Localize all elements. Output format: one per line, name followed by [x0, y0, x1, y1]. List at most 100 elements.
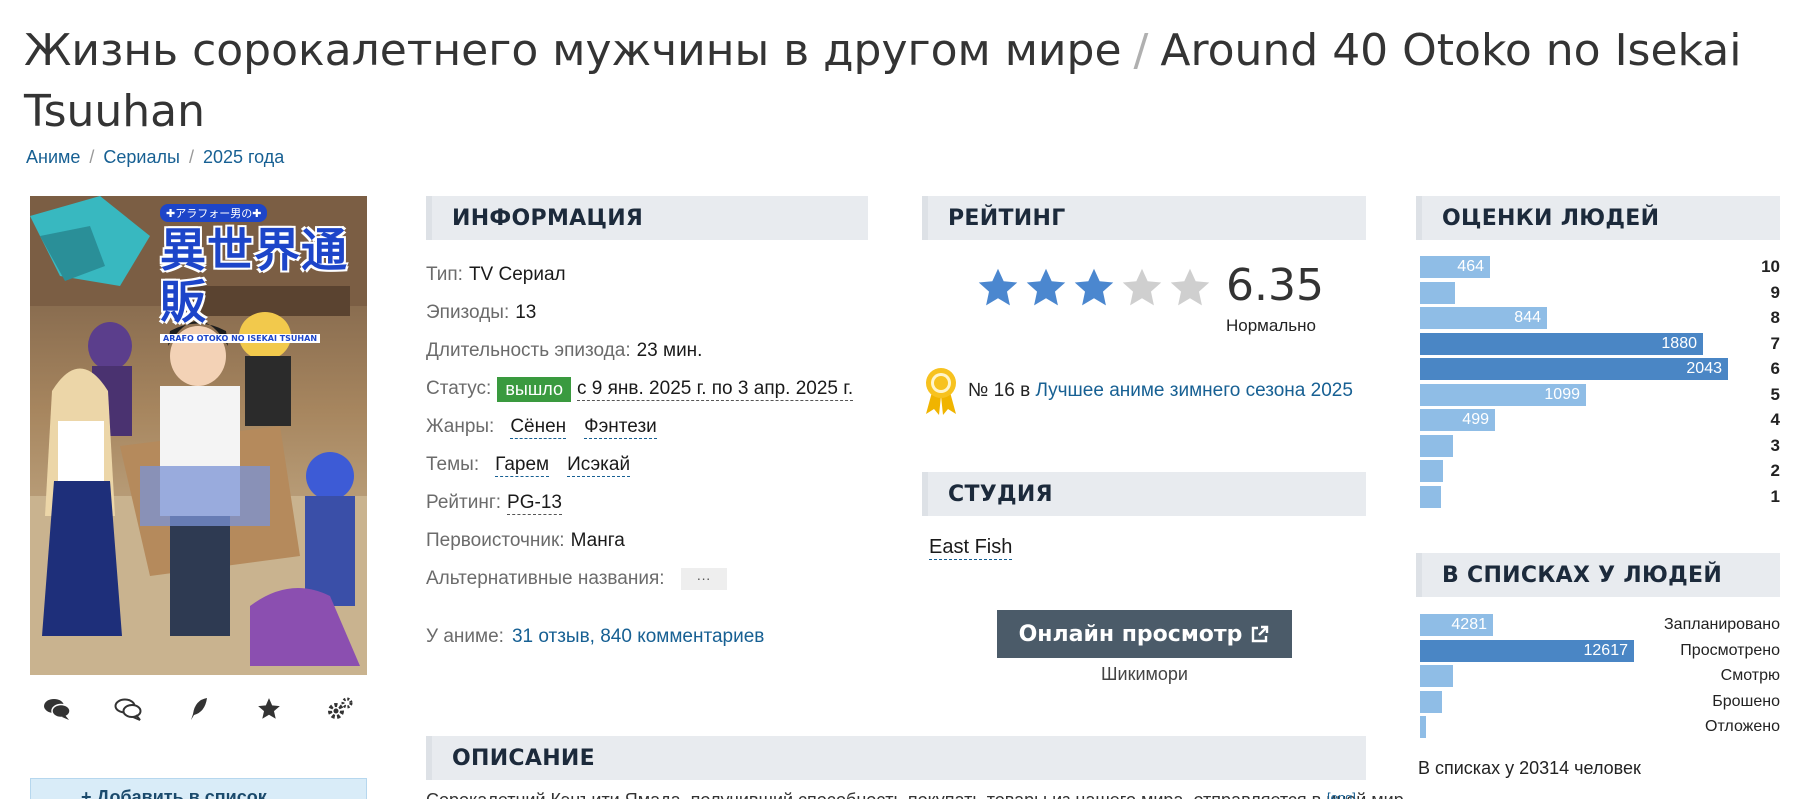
score-label: 7: [1770, 333, 1780, 353]
star-filled-icon: [978, 268, 1018, 306]
award-link[interactable]: Лучшее аниме зимнего сезона 2025: [1035, 380, 1352, 401]
rating-section-header: РЕЙТИНГ: [922, 196, 1366, 240]
list-label: Отложено: [1705, 718, 1780, 735]
info-genres: Жанры: Сёнен Фэнтези: [426, 415, 657, 439]
age-rating[interactable]: PG-13: [507, 492, 562, 515]
studio-section-header: СТУДИЯ: [922, 472, 1366, 516]
score-bar: 1880: [1420, 332, 1703, 355]
list-label: Запланировано: [1664, 616, 1780, 633]
lists-section-header: В СПИСКАХ У ЛЮДЕЙ: [1416, 553, 1780, 597]
scores-distribution: 464 10 9 844 8 1880 7 2043 6 1099 5 499 4 3 2 1: [1420, 254, 1780, 509]
list-bar: 4281: [1420, 614, 1493, 636]
scores-section-header: ОЦЕНКИ ЛЮДЕЙ: [1416, 196, 1780, 240]
info-rating: Рейтинг: PG-13: [426, 491, 562, 515]
score-bar: [1420, 485, 1441, 508]
info-status: Статус: вышло с 9 янв. 2025 г. по 3 апр. 2…: [426, 370, 866, 408]
info-episodes: Эпизоды: 13: [426, 302, 537, 323]
score-row: 3: [1420, 433, 1780, 459]
genre-tag[interactable]: Сёнен: [510, 416, 567, 439]
list-row: Отложено: [1420, 714, 1780, 740]
theme-tag[interactable]: Исэкай: [567, 454, 631, 477]
title-ru: Жизнь сорокалетнего мужчины в другом мир…: [24, 25, 1122, 76]
poster-image[interactable]: ✚アラフォー男の✚ 異世界通販 ARAFO OTOKO NO ISEKAI TS…: [30, 196, 367, 675]
score-label: 4: [1770, 410, 1780, 429]
info-type: Тип: TV Сериал: [426, 264, 566, 285]
score-row: 9: [1420, 280, 1780, 306]
external-link-icon: [1252, 625, 1269, 643]
score-bar: [1420, 434, 1453, 457]
score-label: 1: [1770, 486, 1780, 506]
score-bar: 1099: [1420, 383, 1586, 406]
list-row: Смотрю: [1420, 663, 1780, 689]
lists-distribution: 4281 Запланировано 12617 Просмотрено Смотрю Б…: [1420, 612, 1780, 740]
score-label: 3: [1770, 435, 1780, 455]
reviews-line: У аниме: 31 отзыв, 840 комментариев: [426, 626, 765, 647]
score-row: 1099 5: [1420, 382, 1780, 408]
score-bar: 844: [1420, 307, 1547, 329]
list-bar: [1420, 665, 1453, 687]
score-bar: 464: [1420, 256, 1490, 278]
score-label: 9: [1770, 282, 1780, 302]
breadcrumb-series[interactable]: Сериалы: [103, 147, 180, 167]
watch-source: Шикимори: [1101, 664, 1188, 684]
score-row: 499 4: [1420, 407, 1780, 433]
list-bar: [1420, 690, 1442, 713]
title-separator: /: [1133, 25, 1149, 76]
comments-icon[interactable]: [40, 692, 74, 726]
score-label: 6: [1770, 359, 1780, 378]
list-bar: 12617: [1420, 639, 1634, 662]
score-row: 1880 7: [1420, 331, 1780, 357]
award-prefix: № 16 в: [968, 380, 1031, 401]
award-medal-icon: [926, 368, 956, 415]
genre-tag[interactable]: Фэнтези: [584, 416, 657, 439]
score-row: 844 8: [1420, 305, 1780, 331]
score-bar: [1420, 460, 1443, 482]
favorite-star-icon[interactable]: [252, 692, 286, 726]
rating-block: 6.35 Нормально: [976, 262, 1324, 336]
lists-total: В списках у 20314 человек: [1418, 758, 1641, 778]
info-themes: Темы: Гарем Исэкай: [426, 453, 631, 477]
score-row: 2043 6: [1420, 356, 1780, 382]
comments-link[interactable]: 840 комментариев: [600, 626, 764, 647]
list-row: 4281 Запланировано: [1420, 612, 1780, 638]
list-row: 12617 Просмотрено: [1420, 638, 1780, 664]
rating-word: Нормально: [1226, 316, 1316, 335]
score-label: 5: [1770, 384, 1780, 404]
reviews-link[interactable]: 31 отзыв: [512, 626, 590, 647]
star-empty-icon: [1122, 268, 1162, 306]
add-to-list-button[interactable]: + Добавить в список: [30, 778, 367, 799]
page-title: Жизнь сорокалетнего мужчины в другом мир…: [24, 20, 1784, 142]
rating-stars: [976, 266, 1212, 310]
description-eng-link[interactable]: [eng]: [1327, 790, 1356, 799]
info-duration: Длительность эпизода: 23 мин.: [426, 340, 703, 361]
list-bar: [1420, 716, 1426, 738]
theme-tag[interactable]: Гарем: [495, 454, 550, 477]
breadcrumb-year[interactable]: 2025 года: [203, 147, 284, 167]
star-empty-icon: [1170, 268, 1210, 306]
star-filled-icon: [1026, 268, 1066, 306]
score-label: 10: [1761, 257, 1780, 276]
info-section-header: ИНФОРМАЦИЯ: [426, 196, 868, 240]
score-bar: 2043: [1420, 358, 1728, 380]
info-source: Первоисточник: Манга: [426, 530, 625, 551]
score-row: 464 10: [1420, 254, 1780, 280]
list-label: Брошено: [1712, 692, 1780, 710]
score-label: 8: [1770, 308, 1780, 327]
description-section-header: ОПИСАНИЕ: [426, 736, 1366, 780]
poster-logo: ✚アラフォー男の✚ 異世界通販 ARAFO OTOKO NO ISEKAI TS…: [160, 204, 360, 346]
score-bar: [1420, 281, 1455, 304]
studio-link[interactable]: East Fish: [929, 536, 1013, 560]
alt-names-toggle[interactable]: ···: [680, 568, 727, 590]
description-text: Сорокалетний Кэнъити Ямада, получивший с…: [426, 790, 1419, 799]
list-row: Брошено: [1420, 689, 1780, 715]
discussion-icon[interactable]: [111, 692, 145, 726]
poster-actions: [30, 692, 367, 726]
score-row: 2: [1420, 458, 1780, 484]
status-dates[interactable]: с 9 янв. 2025 г. по 3 апр. 2025 г.: [577, 378, 854, 401]
review-icon[interactable]: [182, 692, 216, 726]
settings-gear-icon[interactable]: [323, 692, 357, 726]
star-filled-icon: [1074, 268, 1114, 306]
watch-online-button[interactable]: Онлайн просмотр: [997, 610, 1292, 658]
rating-score: 6.35: [1226, 260, 1324, 311]
breadcrumb-anime[interactable]: Аниме: [26, 147, 80, 167]
